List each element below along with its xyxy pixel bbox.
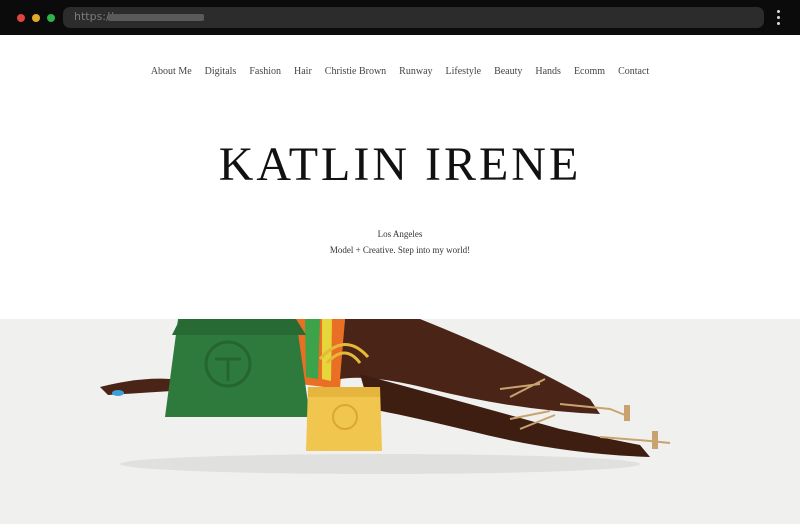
location-text: Los Angeles (377, 229, 423, 239)
tagline-text: Model + Creative. Step into my world! (329, 245, 471, 255)
nav-item-lifestyle[interactable]: Lifestyle (446, 64, 482, 80)
minimize-window-icon[interactable] (32, 14, 40, 22)
kebab-menu-icon[interactable] (773, 10, 783, 28)
hero-photo-illustration (0, 319, 800, 524)
nav-item-beauty[interactable]: Beauty (494, 64, 522, 80)
browser-chrome: https:// (0, 0, 800, 35)
nav-item-christie-brown[interactable]: Christie Brown (325, 64, 386, 80)
nav-item-digitals[interactable]: Digitals (205, 64, 237, 80)
hero-image (0, 319, 800, 524)
nav-item-contact[interactable]: Contact (618, 64, 649, 80)
site-title[interactable]: KATLIN IRENE (0, 137, 800, 192)
maximize-window-icon[interactable] (47, 14, 55, 22)
address-bar[interactable]: https:// (63, 7, 764, 28)
main-nav: About Me Digitals Fashion Hair Christie … (0, 64, 800, 80)
close-window-icon[interactable] (17, 14, 25, 22)
nav-item-ecomm[interactable]: Ecomm (574, 64, 605, 80)
url-redacted (108, 14, 204, 21)
nav-item-about-me[interactable]: About Me (151, 64, 192, 80)
nav-item-hands[interactable]: Hands (535, 64, 561, 80)
nav-item-runway[interactable]: Runway (399, 64, 432, 80)
nav-item-hair[interactable]: Hair (294, 64, 312, 80)
nav-item-fashion[interactable]: Fashion (249, 64, 281, 80)
